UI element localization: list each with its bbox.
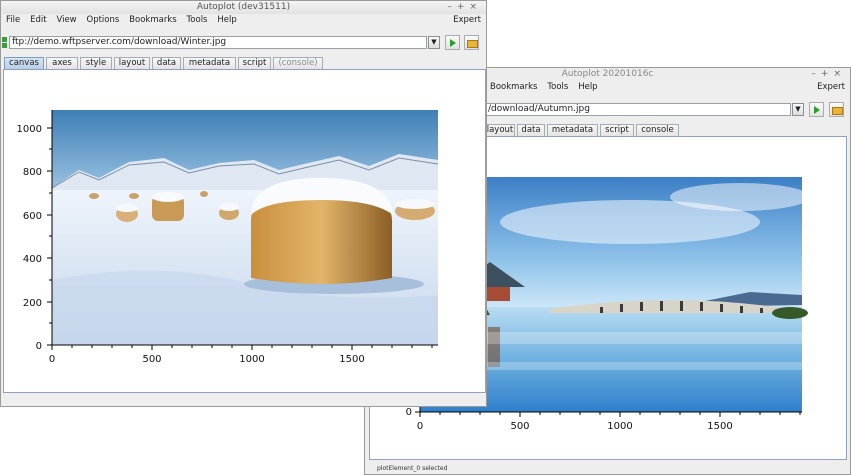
tab-data[interactable]: data <box>152 57 181 69</box>
y-tick-label: 400 <box>23 254 42 265</box>
y-tick-label: 200 <box>23 298 42 309</box>
x-ticks <box>419 412 801 417</box>
menu-bookmarks[interactable]: Bookmarks <box>490 82 538 92</box>
open-file-button[interactable] <box>464 35 479 50</box>
chevron-down-icon: ▼ <box>431 38 437 46</box>
menu-bar: File Edit View Options Bookmarks Tools H… <box>1 14 486 27</box>
y-tick-label: 0 <box>406 407 412 418</box>
menu-tools[interactable]: Tools <box>547 82 568 92</box>
tab-metadata[interactable]: metadata <box>183 57 236 69</box>
window-controls: –+× <box>447 1 482 14</box>
play-icon <box>450 39 456 47</box>
status-bar: plotElement_0 selected <box>377 465 448 472</box>
x-tick-label: 0 <box>49 354 55 365</box>
menu-bookmarks[interactable]: Bookmarks <box>129 15 177 25</box>
tab-layout[interactable]: layout <box>485 124 515 136</box>
close-icon[interactable]: × <box>469 2 482 12</box>
x-tick-label: 1000 <box>607 421 632 432</box>
menu-bar: Bookmarks Tools Help Expert <box>485 81 850 94</box>
window-controls: –+× <box>811 68 846 81</box>
plot-canvas[interactable]: 1000 800 600 400 200 0 0 500 1000 1500 <box>4 70 485 392</box>
folder-icon <box>832 107 843 115</box>
autoplot-window-main: Autoplot (dev31511) –+× File Edit View O… <box>0 0 487 407</box>
tab-layout[interactable]: layout <box>114 57 150 69</box>
menu-help[interactable]: Help <box>578 82 597 92</box>
menu-file[interactable]: File <box>6 15 20 25</box>
window-title: Autoplot (dev31511) <box>196 2 291 12</box>
window-title: Autoplot 20201016c <box>561 69 654 79</box>
tab-script[interactable]: script <box>600 124 634 136</box>
play-icon <box>814 106 820 114</box>
x-tick-label: 500 <box>510 421 529 432</box>
menu-view[interactable]: View <box>56 15 76 25</box>
x-tick-label: 1500 <box>707 421 732 432</box>
x-tick-label: 500 <box>142 354 161 365</box>
address-dropdown-button[interactable]: ▼ <box>792 103 804 116</box>
x-tick-label: 0 <box>417 421 423 432</box>
y-tick-label: 600 <box>23 211 42 222</box>
x-tick-label: 1500 <box>339 354 364 365</box>
data-source-icon <box>2 37 7 48</box>
x-tick-label: 1000 <box>239 354 264 365</box>
winter-image <box>51 110 439 345</box>
tab-axes[interactable]: axes <box>46 57 78 69</box>
menu-help[interactable]: Help <box>217 15 236 25</box>
x-ticks <box>51 345 433 350</box>
tab-metadata[interactable]: metadata <box>547 124 598 136</box>
tab-data[interactable]: data <box>517 124 545 136</box>
address-dropdown-button[interactable]: ▼ <box>428 36 440 49</box>
menu-edit[interactable]: Edit <box>30 15 46 25</box>
menu-tools[interactable]: Tools <box>187 15 208 25</box>
tab-console[interactable]: (console) <box>273 57 323 69</box>
y-tick-label: 1000 <box>17 124 42 135</box>
y-ticks <box>47 127 52 346</box>
minimize-icon[interactable]: – <box>811 69 821 79</box>
menu-options[interactable]: Options <box>87 15 120 25</box>
plot-button[interactable] <box>445 35 460 50</box>
open-file-button[interactable] <box>829 102 844 117</box>
address-field[interactable]: /download/Autumn.jpg <box>485 103 791 116</box>
plot-button[interactable] <box>809 102 824 117</box>
tab-console[interactable]: console <box>636 124 679 136</box>
close-icon[interactable]: × <box>833 69 846 79</box>
maximize-icon[interactable]: + <box>457 2 470 12</box>
expert-toggle[interactable]: Expert <box>453 14 481 27</box>
folder-icon <box>467 40 478 48</box>
tab-script[interactable]: script <box>238 57 271 69</box>
tab-canvas[interactable]: canvas <box>4 57 44 69</box>
maximize-icon[interactable]: + <box>821 69 834 79</box>
expert-toggle[interactable]: Expert <box>817 81 845 94</box>
y-tick-label: 800 <box>23 167 42 178</box>
minimize-icon[interactable]: – <box>447 2 457 12</box>
tab-style[interactable]: style <box>80 57 112 69</box>
y-tick-label: 0 <box>36 341 42 352</box>
address-field[interactable]: ftp://demo.wftpserver.com/download/Winte… <box>9 36 427 49</box>
canvas-panel: 1000 800 600 400 200 0 0 500 1000 1500 <box>3 69 486 393</box>
title-bar[interactable]: Autoplot (dev31511) –+× <box>1 1 486 14</box>
chevron-down-icon: ▼ <box>795 105 801 113</box>
